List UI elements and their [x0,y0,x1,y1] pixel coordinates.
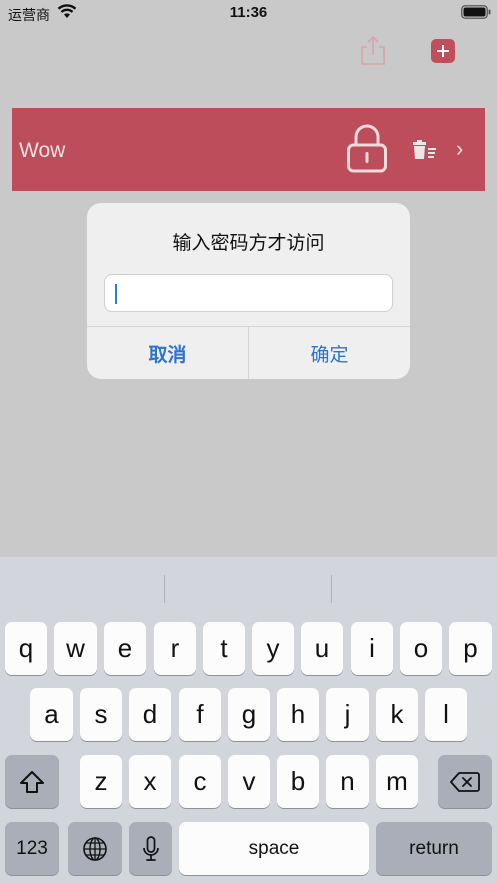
key-l[interactable]: l [425,688,467,741]
key-a[interactable]: a [30,688,73,741]
text-cursor [115,284,117,304]
key-c[interactable]: c [179,755,221,808]
share-button[interactable] [358,34,388,66]
shift-key[interactable] [5,755,59,808]
list-item[interactable]: Wow › [12,108,485,191]
key-n[interactable]: n [326,755,369,808]
clock: 11:36 [229,4,268,21]
status-bar: 运营商 11:36 [0,0,497,26]
key-y[interactable]: y [252,622,294,675]
globe-key[interactable] [68,822,122,875]
key-j[interactable]: j [326,688,369,741]
key-t[interactable]: t [203,622,245,675]
globe-icon [83,836,107,861]
key-h[interactable]: h [277,688,319,741]
key-q[interactable]: q [5,622,47,675]
list-item-title: Wow [19,139,66,162]
key-i[interactable]: i [351,622,393,675]
key-k[interactable]: k [376,688,418,741]
confirm-button[interactable]: 确定 [249,327,410,379]
delete-key[interactable] [438,755,492,808]
key-v[interactable]: v [228,755,270,808]
alert-title: 输入密码方才访问 [172,233,325,254]
key-g[interactable]: g [228,688,270,741]
chevron-right-icon: › [456,136,464,161]
backspace-icon [450,771,480,792]
dictation-key[interactable] [129,822,172,875]
key-p[interactable]: p [449,622,492,675]
return-key[interactable]: return [376,822,492,875]
cancel-button[interactable]: 取消 [87,327,248,379]
lock-icon[interactable] [346,124,388,179]
shift-icon [20,770,44,793]
space-key[interactable]: space [179,822,369,875]
key-b[interactable]: b [277,755,319,808]
key-u[interactable]: u [301,622,343,675]
password-field[interactable] [104,274,393,312]
battery-icon [461,5,491,24]
microphone-icon [142,835,159,861]
keyboard: q w e r t y u i o p a s d f g h j k l z … [0,557,497,883]
key-f[interactable]: f [179,688,221,741]
add-button[interactable] [431,39,455,63]
share-icon [361,35,385,65]
key-e[interactable]: e [104,622,146,675]
key-m[interactable]: m [376,755,418,808]
numbers-key[interactable]: 123 [5,822,59,875]
key-x[interactable]: x [129,755,171,808]
key-d[interactable]: d [129,688,171,741]
key-o[interactable]: o [400,622,442,675]
password-alert: 输入密码方才访问 取消 确定 [87,203,410,379]
trash-icon[interactable] [412,140,438,165]
key-r[interactable]: r [154,622,196,675]
prediction-divider [164,575,165,603]
key-w[interactable]: w [54,622,97,675]
prediction-divider [331,575,332,603]
key-z[interactable]: z [80,755,122,808]
key-s[interactable]: s [80,688,122,741]
